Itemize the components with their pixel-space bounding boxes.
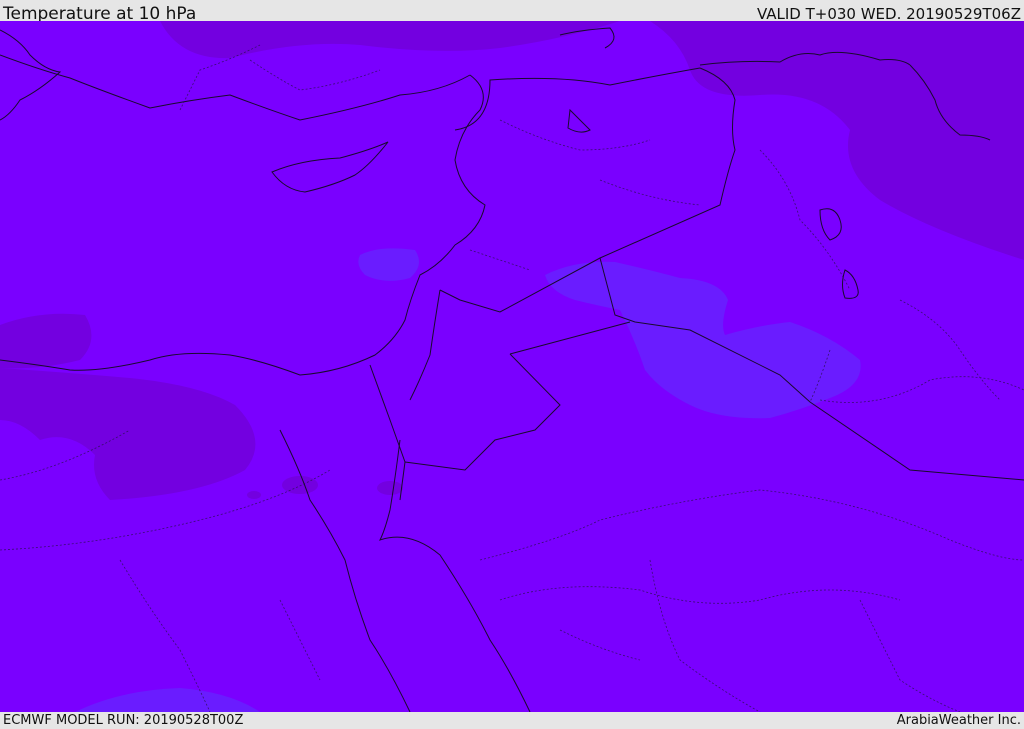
temperature-map[interactable] (0, 21, 1024, 712)
map-canvas (0, 21, 1024, 712)
temperature-spot-delta (247, 491, 261, 499)
model-run-label: ECMWF MODEL RUN: 20190528T00Z (3, 713, 244, 728)
temperature-spot-negev (377, 481, 403, 495)
header-bar: Temperature at 10 hPa VALID T+030 WED. 2… (0, 0, 1024, 24)
temperature-spot-sinai (282, 476, 318, 494)
temperature-contour-levant (358, 248, 419, 281)
footer-bar: ECMWF MODEL RUN: 20190528T00Z ArabiaWeat… (0, 712, 1024, 729)
credit-label: ArabiaWeather Inc. (896, 713, 1021, 728)
